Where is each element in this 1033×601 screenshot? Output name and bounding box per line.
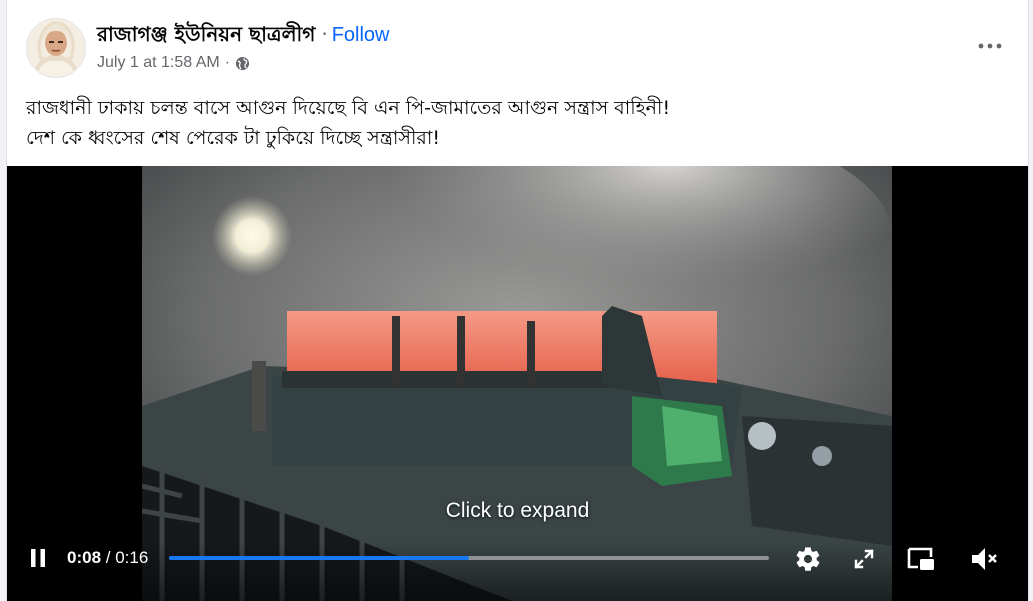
current-time: 0:08 (67, 548, 102, 567)
page-name-link[interactable]: রাজাগঞ্জ ইউনিয়ন ছাত্রলীগ (97, 22, 315, 46)
picture-in-picture-icon[interactable] (904, 543, 938, 575)
post-header: রাজাগঞ্জ ইউনিয়ন ছাত্রলীগ · Follow (97, 20, 389, 53)
fullscreen-icon[interactable] (849, 544, 879, 574)
more-options-icon[interactable] (972, 32, 1008, 60)
mute-icon[interactable] (967, 543, 1001, 575)
playback-time: 0:08 / 0:16 (67, 548, 148, 568)
avatar[interactable] (26, 18, 86, 78)
timestamp-link[interactable]: July 1 at 1:58 AM (97, 54, 220, 72)
progress-bar[interactable] (169, 556, 769, 560)
header-separator: · (321, 22, 328, 46)
globe-icon[interactable] (235, 56, 250, 71)
duration: 0:16 (115, 548, 149, 567)
settings-icon[interactable] (791, 542, 825, 576)
meta-separator: · (224, 54, 231, 71)
post-text-line: রাজধানী ঢাকায় চলন্ত বাসে আগুন দিয়েছে ব… (26, 97, 671, 119)
follow-button[interactable]: Follow (332, 24, 390, 46)
video-player[interactable]: Click to expand 0:08 / 0:16 (7, 166, 1028, 601)
post-meta: July 1 at 1:58 AM · (97, 54, 250, 72)
click-to-expand-hint[interactable]: Click to expand (7, 499, 1028, 523)
time-separator: / (101, 548, 116, 567)
post-text-line: দেশ কে ধ্বংসের শেষ পেরেক টা ঢুকিয়ে দিচ্… (26, 127, 440, 149)
video-frame[interactable] (141, 166, 892, 601)
post-message: রাজধানী ঢাকায় চলন্ত বাসে আগুন দিয়েছে ব… (26, 93, 986, 153)
pause-icon[interactable] (25, 543, 51, 573)
post-card: রাজাগঞ্জ ইউনিয়ন ছাত্রলীগ · Follow July 1 … (6, 0, 1029, 601)
progress-fill (169, 556, 469, 560)
